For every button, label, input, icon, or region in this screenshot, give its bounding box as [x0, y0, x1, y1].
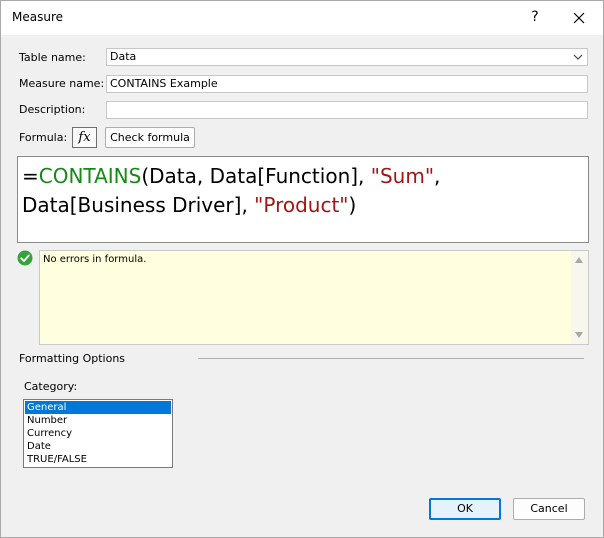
formula-string-1: "Sum" [370, 164, 435, 188]
formatting-options-heading: Formatting Options [19, 352, 126, 365]
insert-function-button[interactable]: fx [72, 127, 97, 148]
measure-name-input[interactable]: CONTAINS Example [106, 75, 588, 93]
ok-button[interactable]: OK [429, 498, 501, 520]
description-label: Description: [19, 103, 86, 116]
dialog-title: Measure [12, 10, 63, 24]
check-formula-button[interactable]: Check formula [105, 127, 195, 148]
measure-dialog: Measure ? Table name: Data Measure name:… [0, 0, 604, 538]
scroll-down-icon[interactable] [575, 332, 583, 338]
category-item-number[interactable]: Number [25, 414, 171, 427]
cancel-button[interactable]: Cancel [513, 498, 585, 520]
scroll-up-icon[interactable] [575, 257, 583, 263]
title-bar: Measure ? [1, 1, 603, 35]
formula-status-panel: No errors in formula. [39, 250, 589, 345]
table-name-value: Data [110, 50, 137, 63]
check-circle-icon [17, 250, 33, 266]
status-message: No errors in formula. [43, 254, 147, 265]
formula-string-2: "Product" [254, 193, 349, 217]
category-listbox[interactable]: General Number Currency Date TRUE/FALSE [23, 399, 173, 468]
section-divider [198, 358, 584, 359]
description-input[interactable] [106, 101, 588, 119]
formula-editor[interactable]: =CONTAINS(Data, Data[Function], "Sum", D… [17, 156, 589, 243]
close-icon [573, 12, 585, 23]
table-name-label: Table name: [19, 51, 86, 64]
category-item-true-false[interactable]: TRUE/FALSE [25, 453, 171, 466]
fx-icon: fx [78, 130, 91, 145]
close-button[interactable] [567, 5, 591, 29]
measure-name-label: Measure name: [19, 77, 105, 90]
formula-label: Formula: [19, 131, 68, 144]
table-name-select[interactable]: Data [106, 48, 588, 66]
formula-function-name: CONTAINS [38, 164, 142, 188]
formula-args-2: Data[Business Driver], [22, 193, 255, 217]
category-label: Category: [24, 380, 78, 393]
formula-equals: = [22, 164, 39, 188]
help-button[interactable]: ? [525, 5, 545, 29]
category-item-general[interactable]: General [25, 401, 171, 414]
formula-separator: , [434, 164, 441, 188]
status-scrollbar[interactable] [571, 251, 588, 344]
category-item-currency[interactable]: Currency [25, 427, 171, 440]
category-item-date[interactable]: Date [25, 440, 171, 453]
chevron-down-icon [573, 49, 583, 65]
formula-args-1: (Data, Data[Function], [141, 164, 371, 188]
formula-close-paren: ) [348, 193, 357, 217]
